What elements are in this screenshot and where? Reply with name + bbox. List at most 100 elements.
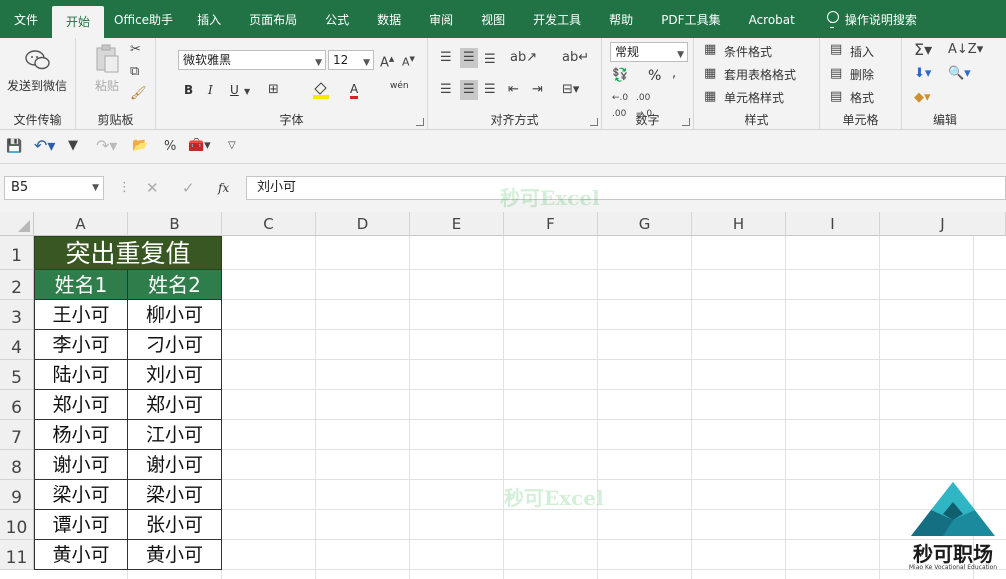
data-cell[interactable]: 柳小可 <box>128 300 222 330</box>
number-dialog-launcher[interactable] <box>682 118 690 126</box>
percent-button[interactable]: % <box>648 68 661 84</box>
orientation-icon[interactable]: ab↗ <box>510 50 537 66</box>
tab-formulas[interactable]: 公式 <box>311 0 363 38</box>
filter-icon[interactable]: ▼ <box>68 138 78 154</box>
column-header-d[interactable]: D <box>316 212 410 236</box>
row-header-10[interactable]: 10 <box>0 510 34 540</box>
alignment-dialog-launcher[interactable] <box>590 118 598 126</box>
align-middle-icon[interactable]: ☰ <box>460 48 478 68</box>
align-bottom-icon[interactable]: ☰ <box>484 52 496 68</box>
tab-view[interactable]: 视图 <box>467 0 519 38</box>
tab-help[interactable]: 帮助 <box>595 0 647 38</box>
align-left-icon[interactable]: ☰ <box>440 82 452 98</box>
worksheet-grid[interactable]: ABCDEFGHIJ 1 2 3 4 5 6 7 8 9 10 11 突出重复值 姓名1 姓名2 王… <box>0 186 1006 579</box>
row-header-6[interactable]: 6 <box>0 390 34 420</box>
column-header-g[interactable]: G <box>598 212 692 236</box>
data-cell[interactable]: 梁小可 <box>34 480 128 510</box>
align-center-icon[interactable]: ☰ <box>460 80 478 100</box>
data-cell[interactable]: 江小可 <box>128 420 222 450</box>
number-format-select[interactable]: 常规 ▼ <box>610 42 688 62</box>
font-name-select[interactable]: 微软雅黑 ▼ <box>178 50 326 70</box>
title-cell[interactable]: 突出重复值 <box>34 236 222 270</box>
align-top-icon[interactable]: ☰ <box>440 50 452 66</box>
customize-qat-icon[interactable]: ▽ <box>228 138 236 154</box>
column-header-c[interactable]: C <box>222 212 316 236</box>
decrease-indent-icon[interactable]: ⇤ <box>508 82 519 98</box>
enter-icon[interactable]: ✓ <box>182 180 195 196</box>
tab-insert[interactable]: 插入 <box>183 0 235 38</box>
decrease-font-icon[interactable]: A▼ <box>402 51 415 71</box>
data-cell[interactable]: 张小可 <box>128 510 222 540</box>
paste-icon[interactable] <box>94 44 120 74</box>
bold-button[interactable]: B <box>184 82 193 98</box>
save-icon[interactable]: 💾 <box>6 139 22 155</box>
header-cell-name1[interactable]: 姓名1 <box>34 270 128 300</box>
column-header-j[interactable]: J <box>880 212 1006 236</box>
cancel-icon[interactable]: ✕ <box>146 180 159 196</box>
column-header-e[interactable]: E <box>410 212 504 236</box>
fill-color-icon[interactable] <box>312 80 330 105</box>
formula-input[interactable]: 刘小可 <box>246 176 1006 200</box>
row-header-1[interactable]: 1 <box>0 236 34 270</box>
delete-cells-button[interactable]: 删除 <box>850 67 874 83</box>
open-folder-icon[interactable]: 📂 <box>132 138 148 154</box>
comma-style-icon[interactable]: , <box>672 66 676 82</box>
cut-icon[interactable]: ✂ <box>130 42 141 58</box>
data-cell[interactable]: 郑小可 <box>128 390 222 420</box>
column-header-a[interactable]: A <box>34 212 128 236</box>
select-all-button[interactable] <box>0 212 34 236</box>
autosum-icon[interactable]: Σ▾ <box>914 42 932 58</box>
italic-button[interactable]: I <box>208 82 213 98</box>
data-cell[interactable]: 陆小可 <box>34 360 128 390</box>
font-color-button[interactable]: A <box>350 82 359 99</box>
phonetic-button[interactable]: wén <box>390 78 409 94</box>
copy-icon[interactable]: ⧉ <box>130 64 139 80</box>
column-header-b[interactable]: B <box>128 212 222 236</box>
row-header-7[interactable]: 7 <box>0 420 34 450</box>
increase-font-icon[interactable]: A▲ <box>380 51 394 71</box>
name-box[interactable]: B5 ▼ <box>4 176 104 200</box>
chevron-down-icon[interactable]: ▼ <box>244 84 250 100</box>
insert-function-button[interactable]: fx <box>218 180 229 196</box>
conditional-format-button[interactable]: 条件格式 <box>724 44 772 60</box>
underline-button[interactable]: U <box>230 82 239 98</box>
data-cell[interactable]: 谢小可 <box>128 450 222 480</box>
wrap-text-icon[interactable]: ab↵ <box>562 50 589 66</box>
data-cell[interactable]: 李小可 <box>34 330 128 360</box>
tab-pdf-tools[interactable]: PDF工具集 <box>647 0 734 38</box>
header-cell-name2[interactable]: 姓名2 <box>128 270 222 300</box>
data-cell[interactable]: 黄小可 <box>34 540 128 570</box>
increase-indent-icon[interactable]: ⇥ <box>532 82 543 98</box>
row-header-5[interactable]: 5 <box>0 360 34 390</box>
data-cell[interactable]: 黄小可 <box>128 540 222 570</box>
data-cell[interactable]: 谢小可 <box>34 450 128 480</box>
clear-icon[interactable]: ◆▾ <box>914 90 931 106</box>
row-header-8[interactable]: 8 <box>0 450 34 480</box>
column-header-h[interactable]: H <box>692 212 786 236</box>
tab-page-layout[interactable]: 页面布局 <box>235 0 311 38</box>
tab-developer[interactable]: 开发工具 <box>519 0 595 38</box>
tab-review[interactable]: 审阅 <box>415 0 467 38</box>
format-painter-icon[interactable]: 🖌 <box>130 86 147 102</box>
align-right-icon[interactable]: ☰ <box>484 82 496 98</box>
column-header-f[interactable]: F <box>504 212 598 236</box>
percent-icon[interactable]: % <box>164 139 176 155</box>
toolbox-icon[interactable]: 🧰▾ <box>188 138 211 154</box>
tab-acrobat[interactable]: Acrobat <box>735 0 809 38</box>
data-cell[interactable]: 梁小可 <box>128 480 222 510</box>
row-header-3[interactable]: 3 <box>0 300 34 330</box>
find-select-icon[interactable]: 🔍▾ <box>948 66 971 82</box>
data-cell[interactable]: 刘小可 <box>128 360 222 390</box>
merge-center-icon[interactable]: ⊟▾ <box>562 82 579 98</box>
data-cell[interactable]: 谭小可 <box>34 510 128 540</box>
font-size-select[interactable]: 12 ▼ <box>328 50 374 70</box>
currency-icon[interactable]: 💱 <box>612 68 628 84</box>
tab-file[interactable]: 文件 <box>0 0 52 38</box>
wechat-icon[interactable] <box>24 48 52 72</box>
tab-office-assistant[interactable]: Office助手 <box>104 0 183 38</box>
help-search[interactable]: 操作说明搜索 <box>809 0 917 38</box>
fill-icon[interactable]: ⬇▾ <box>914 66 931 82</box>
data-cell[interactable]: 王小可 <box>34 300 128 330</box>
border-icon[interactable]: ⊞ <box>268 82 279 98</box>
sort-filter-icon[interactable]: A↓Z▾ <box>948 42 983 58</box>
